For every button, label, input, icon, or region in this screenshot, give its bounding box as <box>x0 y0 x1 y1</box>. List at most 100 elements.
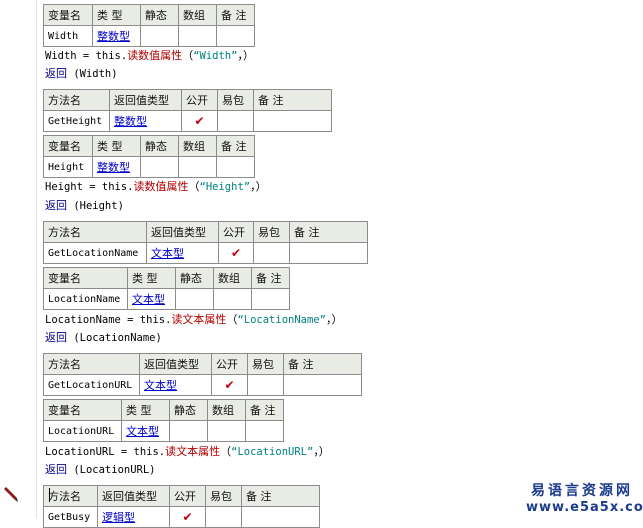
header-remark: 备 注 <box>216 4 255 26</box>
return-keyword: 返回 <box>45 67 67 80</box>
static-cell[interactable] <box>175 288 214 310</box>
var-name-cell[interactable]: LocationName <box>43 288 128 310</box>
type-cell[interactable]: 文本型 <box>121 420 170 442</box>
remark-cell[interactable] <box>241 506 320 528</box>
type-link[interactable]: 文本型 <box>151 247 184 260</box>
variable-table-height[interactable]: 变量名 类 型 静态 数组 备 注 Height 整数型 <box>43 135 255 178</box>
header-method-name: 方法名 <box>43 353 140 375</box>
easy-pack-cell[interactable] <box>217 110 254 132</box>
return-type-cell[interactable]: 整数型 <box>109 110 182 132</box>
type-cell[interactable]: 文本型 <box>127 288 176 310</box>
code-line-width-assign[interactable]: Width = this.读数值属性（“Width”，） <box>45 49 254 63</box>
code-line-return-locationname[interactable]: 返回 (LocationName) <box>45 331 162 345</box>
header-method-name: 方法名 <box>43 89 110 111</box>
var-name-cell[interactable]: LocationURL <box>43 420 122 442</box>
header-method-name: 方法名 <box>43 485 98 507</box>
remark-cell[interactable] <box>289 242 368 264</box>
header-static: 静态 <box>169 399 208 421</box>
string-literal: “Width” <box>193 50 238 62</box>
remark-cell[interactable] <box>251 288 290 310</box>
header-remark: 备 注 <box>253 89 332 111</box>
method-table-getbusy[interactable]: 方法名 返回值类型 公开 易包 备 注 GetBusy 逻辑型 ✔ <box>43 485 320 528</box>
header-type: 类 型 <box>92 4 141 26</box>
function-name: 读文本属性 <box>171 313 227 326</box>
var-name-cell[interactable]: Height <box>43 156 93 178</box>
public-check-icon[interactable]: ✔ <box>169 506 206 528</box>
remark-cell[interactable] <box>216 156 255 178</box>
header-easy-pack: 易包 <box>217 89 254 111</box>
easy-pack-cell[interactable] <box>205 506 242 528</box>
array-cell[interactable] <box>207 420 246 442</box>
return-type-cell[interactable]: 文本型 <box>146 242 219 264</box>
method-table-getlocationname[interactable]: 方法名 返回值类型 公开 易包 备 注 GetLocationName 文本型 … <box>43 221 368 264</box>
method-table-getlocationurl[interactable]: 方法名 返回值类型 公开 易包 备 注 GetLocationURL 文本型 ✔ <box>43 353 362 396</box>
type-link[interactable]: 文本型 <box>126 425 159 438</box>
header-static: 静态 <box>140 4 179 26</box>
type-cell[interactable]: 整数型 <box>92 25 141 47</box>
public-check-icon[interactable]: ✔ <box>181 110 218 132</box>
header-public: 公开 <box>181 89 218 111</box>
return-type-cell[interactable]: 逻辑型 <box>97 506 170 528</box>
header-array: 数组 <box>207 399 246 421</box>
static-cell[interactable] <box>140 25 179 47</box>
array-cell[interactable] <box>178 25 217 47</box>
header-return-type: 返回值类型 <box>139 353 212 375</box>
header-array: 数组 <box>213 267 252 289</box>
header-remark: 备 注 <box>245 399 284 421</box>
header-remark: 备 注 <box>241 485 320 507</box>
remark-cell[interactable] <box>253 110 332 132</box>
type-cell[interactable]: 整数型 <box>92 156 141 178</box>
string-literal: “Height” <box>199 181 251 193</box>
public-check-icon[interactable]: ✔ <box>218 242 254 264</box>
code-line-return-height[interactable]: 返回 (Height) <box>45 199 124 213</box>
header-easy-pack: 易包 <box>253 221 290 243</box>
header-return-type: 返回值类型 <box>97 485 170 507</box>
header-type: 类 型 <box>92 135 141 157</box>
editor-margin-line <box>36 0 37 518</box>
header-array: 数组 <box>178 4 217 26</box>
type-link[interactable]: 整数型 <box>97 161 130 174</box>
easy-pack-cell[interactable] <box>253 242 290 264</box>
string-literal: “LocationURL” <box>231 446 314 458</box>
method-name-cell[interactable]: GetBusy <box>43 506 98 528</box>
code-line-height-assign[interactable]: Height = this.读数值属性（“Height”，） <box>45 180 267 194</box>
variable-table-locationurl[interactable]: 变量名 类 型 静态 数组 备 注 LocationURL 文本型 <box>43 399 284 442</box>
type-link[interactable]: 文本型 <box>144 379 177 392</box>
remark-cell[interactable] <box>245 420 284 442</box>
type-link[interactable]: 整数型 <box>114 115 147 128</box>
method-name-cell[interactable]: GetLocationURL <box>43 374 140 396</box>
return-type-cell[interactable]: 文本型 <box>139 374 212 396</box>
header-public: 公开 <box>211 353 248 375</box>
array-cell[interactable] <box>213 288 252 310</box>
variable-table-width[interactable]: 变量名 类 型 静态 数组 备 注 Width 整数型 <box>43 4 255 47</box>
public-check-icon[interactable]: ✔ <box>211 374 248 396</box>
variable-table-locationname[interactable]: 变量名 类 型 静态 数组 备 注 LocationName 文本型 <box>43 267 290 310</box>
var-name-cell[interactable]: Width <box>43 25 93 47</box>
static-cell[interactable] <box>169 420 208 442</box>
static-cell[interactable] <box>140 156 179 178</box>
header-type: 类 型 <box>127 267 176 289</box>
remark-cell[interactable] <box>283 374 362 396</box>
header-array: 数组 <box>178 135 217 157</box>
header-var-name: 变量名 <box>43 267 128 289</box>
code-editor[interactable]: 变量名 类 型 静态 数组 备 注 Width 整数型 Width = this… <box>0 0 643 528</box>
header-static: 静态 <box>140 135 179 157</box>
array-cell[interactable] <box>178 156 217 178</box>
header-remark: 备 注 <box>216 135 255 157</box>
method-name-cell[interactable]: GetLocationName <box>43 242 147 264</box>
code-line-locationurl-assign[interactable]: LocationURL = this.读文本属性（“LocationURL”，） <box>45 445 330 459</box>
code-line-return-locationurl[interactable]: 返回 (LocationURL) <box>45 463 156 477</box>
header-return-type: 返回值类型 <box>146 221 219 243</box>
header-return-type: 返回值类型 <box>109 89 182 111</box>
header-remark: 备 注 <box>283 353 362 375</box>
type-link[interactable]: 整数型 <box>97 30 130 43</box>
header-public: 公开 <box>169 485 206 507</box>
return-keyword: 返回 <box>45 199 67 212</box>
method-table-getheight[interactable]: 方法名 返回值类型 公开 易包 备 注 GetHeight 整数型 ✔ <box>43 89 332 132</box>
remark-cell[interactable] <box>216 25 255 47</box>
type-link[interactable]: 文本型 <box>132 293 165 306</box>
method-name-cell[interactable]: GetHeight <box>43 110 110 132</box>
easy-pack-cell[interactable] <box>247 374 284 396</box>
code-line-locationname-assign[interactable]: LocationName = this.读文本属性（“LocationName”… <box>45 313 342 327</box>
code-line-return-width[interactable]: 返回 (Width) <box>45 67 118 81</box>
